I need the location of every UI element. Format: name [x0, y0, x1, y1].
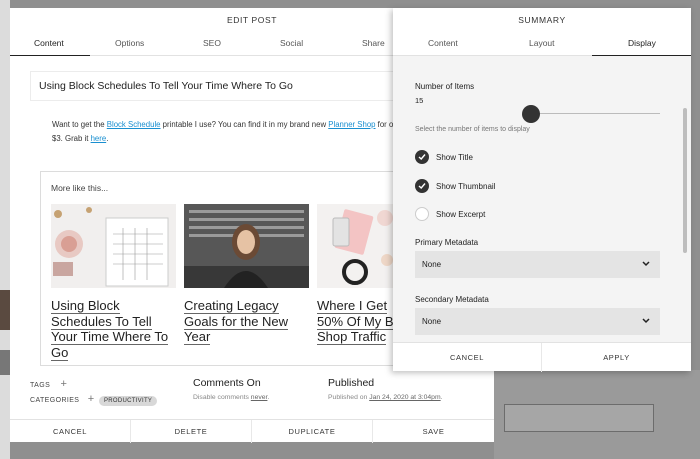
check-icon [418, 183, 426, 190]
show-thumbnail-label: Show Thumbnail [436, 182, 496, 191]
background-image [0, 350, 10, 375]
tab-options[interactable]: Options [115, 38, 144, 48]
related-post-card[interactable]: Creating Legacy Goals for the New Year [184, 204, 309, 345]
more-like-this-block[interactable]: More like this... Using Block Schedules … [40, 171, 410, 366]
tab-summary-layout[interactable]: Layout [529, 38, 555, 48]
post-thumbnail [184, 204, 309, 288]
body-text: printable I use? You can find it in my b… [160, 120, 329, 129]
scrollbar[interactable] [683, 108, 687, 253]
cancel-button[interactable]: CANCEL [393, 343, 542, 372]
cancel-button[interactable]: CANCEL [10, 420, 131, 443]
tags-row[interactable]: TAGS + [30, 378, 67, 390]
show-excerpt-label: Show Excerpt [436, 210, 486, 219]
comments-sub: Disable comments never. [193, 394, 269, 401]
summary-tabs: Content Layout Display [393, 34, 691, 56]
number-of-items-value: 15 [415, 96, 424, 105]
related-post-title-text: Creating Legacy Goals for the New Year [184, 298, 289, 345]
post-title-input[interactable]: Using Block Schedules To Tell Your Time … [30, 71, 410, 101]
show-thumbnail-checkbox[interactable] [415, 179, 429, 193]
more-like-this-heading: More like this... [51, 183, 109, 193]
related-post-title[interactable]: Creating Legacy Goals for the New Year [184, 298, 309, 345]
summary-title: SUMMARY [518, 15, 566, 25]
active-tab-indicator [10, 55, 90, 56]
edit-post-footer: CANCEL DELETE DUPLICATE SAVE [10, 419, 494, 443]
check-icon [418, 154, 426, 161]
planner-shop-link[interactable]: Planner Shop [328, 120, 375, 129]
post-body-text[interactable]: Want to get the Block Schedule printable… [52, 118, 412, 146]
category-pill[interactable]: PRODUCTIVITY [98, 396, 158, 406]
comments-setting-link[interactable]: never [251, 394, 268, 401]
published-sub-text: . [440, 394, 443, 401]
block-schedule-link[interactable]: Block Schedule [107, 120, 161, 129]
tags-label: TAGS [30, 382, 51, 389]
chevron-down-icon [642, 318, 650, 324]
chevron-down-icon [642, 261, 650, 267]
tab-seo[interactable]: SEO [203, 38, 221, 48]
background-image [0, 290, 10, 330]
delete-button[interactable]: DELETE [131, 420, 252, 443]
secondary-metadata-label: Secondary Metadata [415, 295, 489, 304]
publish-date-link[interactable]: Jan 24, 2020 at 3:04pm [369, 394, 440, 401]
body-text: . [106, 134, 109, 143]
related-post-title[interactable]: Using Block Schedules To Tell Your Time … [51, 298, 176, 361]
show-excerpt-checkbox[interactable] [415, 207, 429, 221]
duplicate-button[interactable]: DUPLICATE [252, 420, 373, 443]
save-button[interactable]: SAVE [373, 420, 494, 443]
show-title-checkbox[interactable] [415, 150, 429, 164]
tab-summary-content[interactable]: Content [428, 38, 458, 48]
published-heading: Published [328, 377, 375, 389]
comments-sub-text: Disable comments [193, 394, 251, 401]
tab-content[interactable]: Content [34, 38, 64, 48]
primary-metadata-value: None [422, 260, 442, 269]
number-of-items-hint: Select the number of items to display [415, 126, 530, 133]
primary-metadata-select[interactable]: None [415, 251, 660, 278]
secondary-metadata-value: None [422, 317, 442, 326]
published-sub-text: Published on [328, 394, 370, 401]
apply-button[interactable]: APPLY [542, 343, 691, 372]
body-text: Want to get the [52, 120, 107, 129]
show-title-label: Show Title [436, 153, 473, 162]
primary-metadata-label: Primary Metadata [415, 238, 479, 247]
tab-share[interactable]: Share [362, 38, 385, 48]
slider-handle[interactable] [522, 105, 540, 123]
categories-row[interactable]: CATEGORIES + PRODUCTIVITY [30, 393, 158, 406]
background-page-area [494, 370, 700, 459]
related-post-card[interactable]: Using Block Schedules To Tell Your Time … [51, 204, 176, 361]
number-of-items-slider[interactable] [530, 113, 660, 114]
related-post-title-text: Using Block Schedules To Tell Your Time … [51, 298, 169, 361]
summary-panel: SUMMARY Content Layout Display Number of… [393, 8, 691, 372]
background-field [504, 404, 654, 432]
background-page-strip [0, 0, 10, 459]
post-thumbnail [51, 204, 176, 288]
secondary-metadata-select[interactable]: None [415, 308, 660, 335]
categories-label: CATEGORIES [30, 397, 80, 404]
display-settings: Number of Items 15 Select the number of … [393, 56, 691, 342]
here-link[interactable]: here [91, 134, 107, 143]
add-category-icon[interactable]: + [88, 393, 95, 405]
number-of-items-label: Number of Items [415, 82, 475, 91]
comments-heading: Comments On [193, 377, 261, 389]
summary-footer: CANCEL APPLY [393, 342, 691, 372]
add-tag-icon[interactable]: + [61, 378, 68, 390]
comments-sub-text: . [267, 394, 270, 401]
related-post-title-text: Where I Get 50% Of My B Shop Traffic [317, 298, 394, 345]
tab-social[interactable]: Social [280, 38, 303, 48]
tab-summary-display[interactable]: Display [628, 38, 656, 48]
published-sub: Published on Jan 24, 2020 at 3:04pm. [328, 394, 443, 401]
